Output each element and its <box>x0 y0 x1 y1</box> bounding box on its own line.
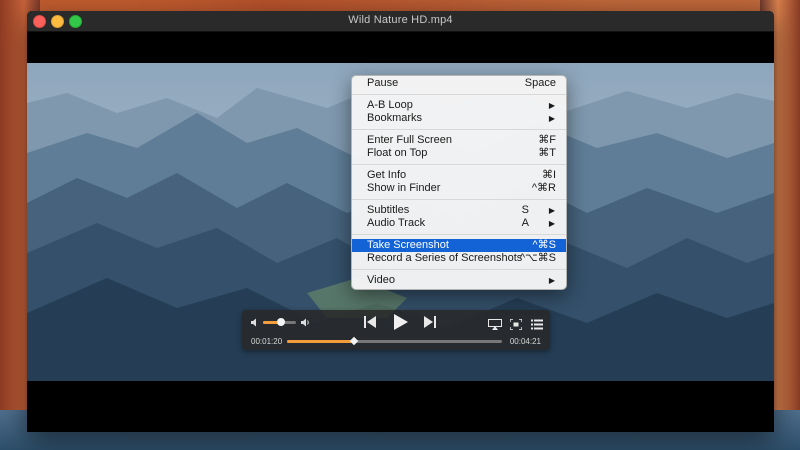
menu-separator <box>352 199 566 200</box>
seek-bar[interactable] <box>287 336 502 346</box>
volume-slider[interactable] <box>263 318 296 326</box>
menu-separator <box>352 234 566 235</box>
submenu-arrow-icon: ▶ <box>548 275 555 285</box>
menu-item-get-info[interactable]: Get Info ⌘I <box>352 169 566 183</box>
volume-high-icon[interactable] <box>301 318 311 329</box>
submenu-arrow-icon: ▶ <box>548 114 555 123</box>
seek-handle[interactable] <box>349 336 358 346</box>
total-time: 00:04:21 <box>509 337 541 346</box>
fit-screen-icon <box>509 318 523 331</box>
airplay-button[interactable] <box>488 317 502 335</box>
volume-low-icon[interactable] <box>251 318 260 329</box>
play-icon <box>394 314 408 330</box>
menu-item-enter-full-screen[interactable]: Enter Full Screen ⌘F <box>352 134 566 148</box>
play-button[interactable] <box>393 313 409 336</box>
menu-item-video[interactable]: Video ▶ <box>352 274 566 288</box>
airplay-icon <box>488 319 502 330</box>
window-title: Wild Nature HD.mp4 <box>348 14 453 26</box>
fit-screen-button[interactable] <box>509 317 523 335</box>
menu-item-audio-track[interactable]: Audio Track A ▶ <box>352 217 566 231</box>
menu-item-pause[interactable]: Pause Space <box>352 77 566 91</box>
menu-separator <box>352 94 566 95</box>
next-icon <box>424 316 436 328</box>
playback-controls: 00:01:20 00:04:21 <box>242 310 550 350</box>
menu-item-float-on-top[interactable]: Float on Top ⌘T <box>352 147 566 161</box>
previous-icon <box>364 316 376 328</box>
menu-item-bookmarks[interactable]: Bookmarks ▶ <box>352 112 566 126</box>
playlist-button[interactable] <box>531 317 543 335</box>
menu-separator <box>352 129 566 130</box>
seek-progress <box>287 340 354 343</box>
submenu-arrow-icon: ▶ <box>548 205 555 215</box>
menu-separator <box>352 164 566 165</box>
menu-separator <box>352 269 566 270</box>
menu-item-ab-loop[interactable]: A-B Loop ▶ <box>352 99 566 113</box>
volume-knob[interactable] <box>277 318 286 326</box>
menu-item-show-in-finder[interactable]: Show in Finder ^⌘R <box>352 182 566 196</box>
playlist-icon <box>531 319 543 330</box>
menu-item-take-screenshot[interactable]: Take Screenshot ^⌘S <box>352 238 566 252</box>
context-menu: Pause Space A-B Loop ▶ Bookmarks ▶ Enter… <box>351 75 567 290</box>
menu-item-subtitles[interactable]: Subtitles S ▶ <box>352 204 566 218</box>
submenu-arrow-icon: ▶ <box>548 219 555 228</box>
submenu-arrow-icon: ▶ <box>548 100 555 110</box>
previous-button[interactable] <box>364 315 376 334</box>
next-button[interactable] <box>424 315 436 334</box>
current-time: 00:01:20 <box>251 337 283 346</box>
title-bar[interactable]: Wild Nature HD.mp4 <box>27 11 774 32</box>
menu-item-record-screenshots[interactable]: Record a Series of Screenshots ^⌥⌘S <box>352 252 566 266</box>
